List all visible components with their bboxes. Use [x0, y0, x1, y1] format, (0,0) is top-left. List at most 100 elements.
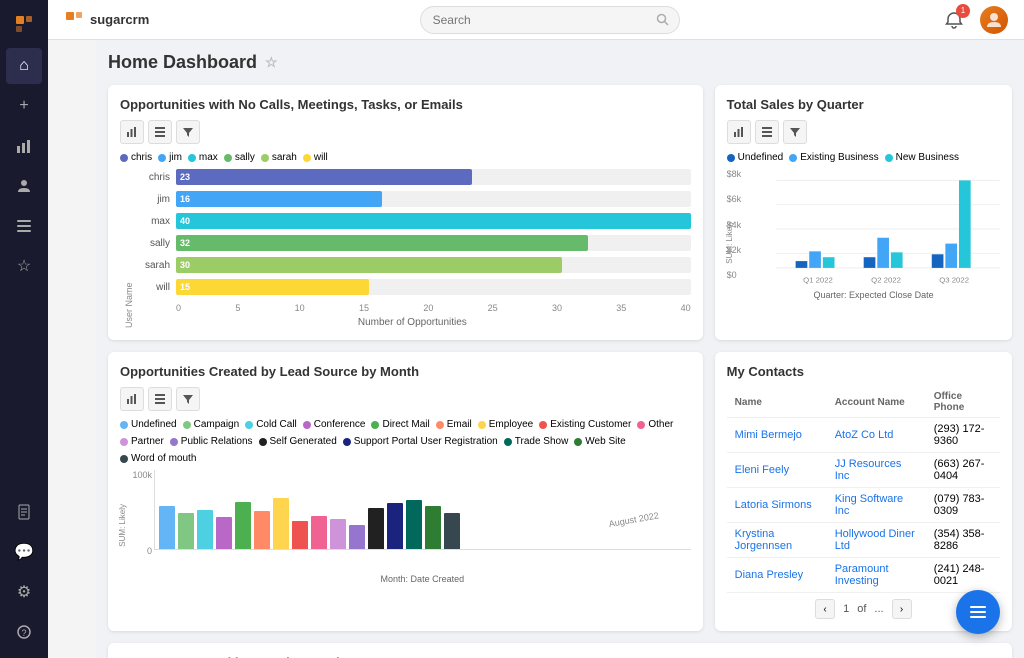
table-btn[interactable]: [148, 120, 172, 144]
sidebar-item-star[interactable]: ☆: [6, 248, 42, 284]
svg-text:?: ?: [21, 628, 26, 638]
lead-bar: [387, 503, 403, 549]
col-phone: Office Phone: [926, 387, 1000, 418]
ts-x-label: Quarter: Expected Close Date: [747, 290, 1000, 300]
bar-chart-btn-2[interactable]: [727, 120, 751, 144]
phone-cell: (663) 267-0404: [926, 453, 1000, 488]
table-btn-2[interactable]: [755, 120, 779, 144]
hbar-row: max 40: [134, 213, 691, 229]
bar-chart-btn-3[interactable]: [120, 387, 144, 411]
search-container: [161, 6, 928, 34]
hbar-fill: 15: [176, 279, 369, 295]
hbar-row: will 15: [134, 279, 691, 295]
table-row: Diana Presley Paramount Investing (241) …: [727, 558, 1000, 593]
filter-btn[interactable]: [176, 120, 200, 144]
hbar-row: sarah 30: [134, 257, 691, 273]
legend-item: Conference: [303, 419, 366, 430]
search-input[interactable]: [420, 6, 680, 34]
lead-source-legend: UndefinedCampaignCold CallConferenceDire…: [120, 419, 691, 464]
hbar-track: 15: [176, 279, 691, 295]
legend-item: jim: [158, 152, 182, 163]
notification-count: 1: [956, 4, 970, 18]
lead-bar: [178, 513, 194, 549]
next-page-btn[interactable]: ›: [892, 599, 912, 619]
legend-item: New Business: [885, 152, 959, 163]
opportunities-no-calls-card: Opportunities with No Calls, Meetings, T…: [108, 85, 703, 340]
filter-btn-2[interactable]: [783, 120, 807, 144]
account-name-link[interactable]: Hollywood Diner Ltd: [835, 528, 915, 552]
hbar-row: sally 32: [134, 235, 691, 251]
svg-text:Q1 2022: Q1 2022: [803, 275, 833, 284]
sidebar-item-messages[interactable]: 💬: [6, 534, 42, 570]
notification-button[interactable]: 1: [940, 6, 968, 34]
total-sales-title: Total Sales by Quarter: [727, 97, 1000, 112]
page-of: of: [857, 603, 866, 615]
legend-item: Other: [637, 419, 673, 430]
x-axis-label: Number of Opportunities: [134, 317, 691, 328]
phone-cell: (079) 783-0309: [926, 488, 1000, 523]
hbar-label: sally: [134, 238, 170, 249]
hbar-fill: 40: [176, 213, 691, 229]
sidebar-item-contacts[interactable]: [6, 168, 42, 204]
hbar-track: 16: [176, 191, 691, 207]
lead-bar: [311, 516, 327, 549]
legend-item: Trade Show: [504, 436, 569, 447]
sidebar-item-reports[interactable]: [6, 128, 42, 164]
app-logo: sugarcrm: [64, 10, 149, 30]
lead-y-axis: SUM: Likely: [118, 504, 127, 547]
lead-bar: [235, 502, 251, 549]
account-name-link[interactable]: AtoZ Co Ltd: [835, 429, 894, 441]
col-name: Name: [727, 387, 827, 418]
hbar-row: chris 23: [134, 169, 691, 185]
search-icon: [656, 13, 670, 27]
account-name-link[interactable]: Paramount Investing: [835, 563, 889, 587]
main-content: Home Dashboard ☆ Opportunities with No C…: [96, 40, 1024, 658]
lead-source-bars: [154, 470, 691, 550]
page-current: 1: [843, 603, 849, 615]
hbar-label: chris: [134, 172, 170, 183]
lead-bar: [425, 506, 441, 549]
contact-name-link[interactable]: Krystina Jorgennsen: [735, 528, 793, 552]
account-name-link[interactable]: King Software Inc: [835, 493, 903, 517]
legend-item: Campaign: [183, 419, 240, 430]
prev-page-btn[interactable]: ‹: [815, 599, 835, 619]
contact-name-link[interactable]: Diana Presley: [735, 569, 803, 581]
col-account: Account Name: [827, 387, 926, 418]
hbar-label: jim: [134, 194, 170, 205]
y-axis-label: User Name: [120, 169, 134, 328]
lead-source-toolbar: [120, 387, 691, 411]
lead-bar: [444, 513, 460, 549]
user-avatar[interactable]: [980, 6, 1008, 34]
total-sales-legend: UndefinedExisting BusinessNew Business: [727, 152, 1000, 163]
sidebar-item-docs[interactable]: [6, 494, 42, 530]
table-btn-3[interactable]: [148, 387, 172, 411]
legend-item: Support Portal User Registration: [343, 436, 498, 447]
bar-chart-btn[interactable]: [120, 120, 144, 144]
hbar-fill: 32: [176, 235, 588, 251]
lead-bar: [216, 517, 232, 549]
sidebar-item-list[interactable]: [6, 208, 42, 244]
favorite-star-icon[interactable]: ☆: [265, 54, 278, 71]
sidebar-item-add[interactable]: +: [6, 88, 42, 124]
phone-cell: (241) 248-0021: [926, 558, 1000, 593]
sidebar-item-help[interactable]: ?: [6, 614, 42, 650]
svg-text:Q2 2022: Q2 2022: [871, 275, 901, 284]
contact-name-link[interactable]: Eleni Feely: [735, 464, 789, 476]
fab-button[interactable]: [956, 590, 1000, 634]
lead-axis-label: Month: Date Created: [154, 574, 691, 584]
total-sales-card: Total Sales by Quarter: [715, 85, 1012, 340]
legend-item: sarah: [261, 152, 297, 163]
hbar-fill: 23: [176, 169, 472, 185]
legend-item: chris: [120, 152, 152, 163]
filter-btn-3[interactable]: [176, 387, 200, 411]
hbar-label: will: [134, 282, 170, 293]
sidebar-item-settings[interactable]: ⚙: [6, 574, 42, 610]
sidebar-item-home[interactable]: ⌂: [6, 48, 42, 84]
lead-bar: [197, 510, 213, 550]
sidebar-logo: [4, 8, 44, 40]
page-ellipsis: ...: [874, 603, 883, 615]
legend-item: Web Site: [574, 436, 625, 447]
phone-cell: (293) 172-9360: [926, 418, 1000, 453]
hbar-row: jim 16: [134, 191, 691, 207]
contact-name-link[interactable]: Mimi Bermejo: [735, 429, 802, 441]
